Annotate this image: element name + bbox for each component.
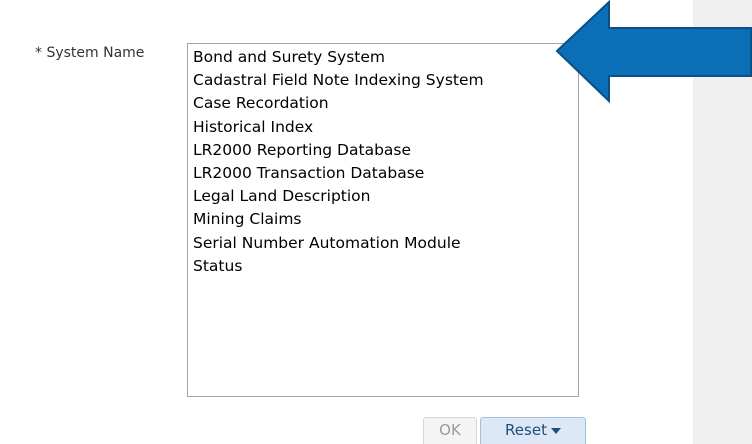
- system-name-label: * System Name: [35, 45, 145, 61]
- list-item[interactable]: LR2000 Transaction Database: [188, 162, 578, 185]
- list-item[interactable]: Serial Number Automation Module: [188, 232, 578, 255]
- list-item[interactable]: Bond and Surety System: [188, 46, 578, 69]
- arrow-left-icon: [555, 0, 752, 104]
- list-item[interactable]: LR2000 Reporting Database: [188, 139, 578, 162]
- list-item[interactable]: Legal Land Description: [188, 185, 578, 208]
- ok-button[interactable]: OK: [423, 417, 477, 444]
- ok-button-label: OK: [439, 421, 461, 439]
- system-name-listbox[interactable]: Bond and Surety System Cadastral Field N…: [187, 43, 579, 397]
- list-item[interactable]: Historical Index: [188, 116, 578, 139]
- list-item[interactable]: Mining Claims: [188, 208, 578, 231]
- list-item[interactable]: Status: [188, 255, 578, 278]
- chevron-down-icon: [550, 427, 561, 434]
- list-item[interactable]: Case Recordation: [188, 92, 578, 115]
- reset-button[interactable]: Reset: [480, 417, 586, 444]
- list-item[interactable]: Cadastral Field Note Indexing System: [188, 69, 578, 92]
- reset-button-label: Reset: [505, 421, 547, 439]
